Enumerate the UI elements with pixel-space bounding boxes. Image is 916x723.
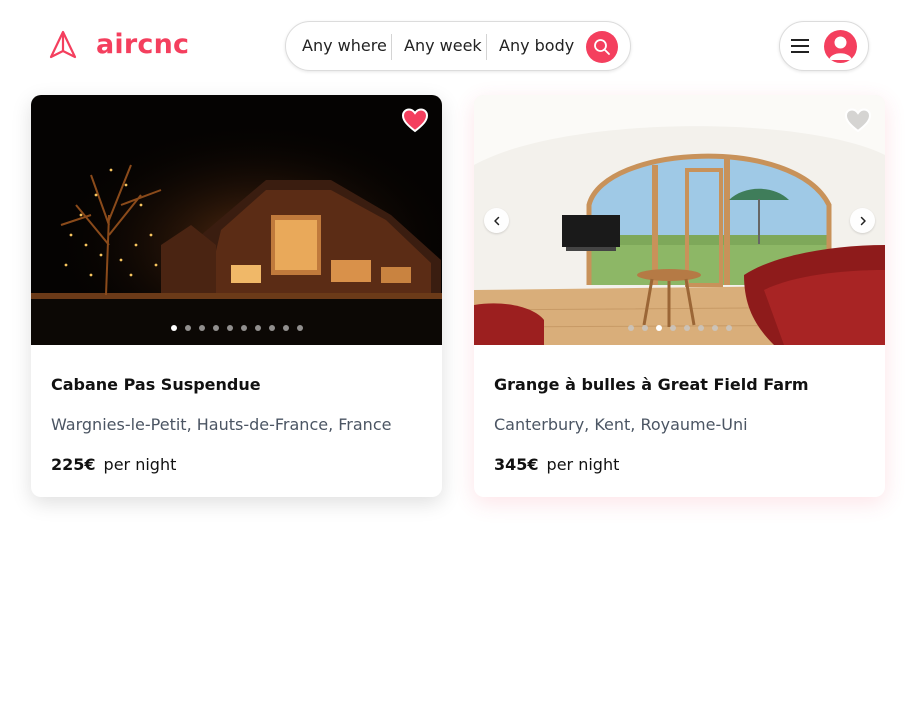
search-icon bbox=[594, 39, 610, 55]
search-where[interactable]: Any where bbox=[302, 21, 387, 71]
listing-image bbox=[31, 95, 442, 345]
price-unit: per night bbox=[546, 455, 620, 474]
next-photo-button[interactable] bbox=[850, 208, 875, 233]
favorite-heart-icon[interactable] bbox=[401, 107, 429, 133]
pagination-dot[interactable] bbox=[282, 325, 289, 331]
listing-location: Wargnies-le-Petit, Hauts-de-France, Fran… bbox=[51, 415, 392, 434]
pagination-dot[interactable] bbox=[296, 325, 303, 331]
price-value: 225€ bbox=[51, 455, 96, 474]
photo-pagination bbox=[474, 325, 885, 331]
hamburger-icon bbox=[791, 39, 809, 53]
pagination-dot[interactable] bbox=[268, 325, 275, 331]
pagination-dot[interactable] bbox=[198, 325, 205, 331]
brand-logo[interactable]: aircnc bbox=[48, 30, 189, 60]
pagination-dot[interactable] bbox=[170, 325, 177, 331]
favorite-heart-icon[interactable] bbox=[844, 107, 872, 133]
pagination-dot[interactable] bbox=[184, 325, 191, 331]
listing-location: Canterbury, Kent, Royaume-Uni bbox=[494, 415, 748, 434]
user-menu-button[interactable] bbox=[779, 21, 869, 71]
chevron-left-icon bbox=[493, 216, 499, 225]
pagination-dot[interactable] bbox=[627, 325, 634, 331]
brand-name: aircnc bbox=[96, 29, 190, 60]
listing-title[interactable]: Cabane Pas Suspendue bbox=[51, 375, 422, 395]
pagination-dot[interactable] bbox=[655, 325, 662, 331]
previous-photo-button[interactable] bbox=[484, 208, 509, 233]
search-who[interactable]: Any body bbox=[499, 21, 574, 71]
pagination-dot[interactable] bbox=[697, 325, 704, 331]
paper-plane-icon bbox=[49, 30, 77, 59]
listing-photo[interactable] bbox=[31, 95, 442, 345]
divider bbox=[486, 34, 487, 60]
pagination-dot[interactable] bbox=[669, 325, 676, 331]
search-button[interactable] bbox=[586, 31, 618, 63]
divider bbox=[391, 34, 392, 60]
pagination-dot[interactable] bbox=[226, 325, 233, 331]
pagination-dot[interactable] bbox=[212, 325, 219, 331]
listing-card[interactable]: Grange à bulles à Great Field Farm Cante… bbox=[474, 95, 885, 497]
listing-price: 225€ per night bbox=[51, 455, 422, 475]
price-unit: per night bbox=[103, 455, 177, 474]
pagination-dot[interactable] bbox=[683, 325, 690, 331]
pagination-dot[interactable] bbox=[725, 325, 732, 331]
listing-image bbox=[474, 95, 885, 345]
pagination-dot[interactable] bbox=[711, 325, 718, 331]
price-value: 345€ bbox=[494, 455, 539, 474]
pagination-dot[interactable] bbox=[240, 325, 247, 331]
pagination-dot[interactable] bbox=[254, 325, 261, 331]
photo-pagination bbox=[31, 325, 442, 331]
listing-price: 345€ per night bbox=[494, 455, 865, 475]
listing-photo[interactable] bbox=[474, 95, 885, 345]
search-bar[interactable]: Any where Any week Any body bbox=[285, 21, 631, 71]
search-when[interactable]: Any week bbox=[404, 21, 482, 71]
user-avatar-icon bbox=[824, 30, 857, 63]
chevron-right-icon bbox=[860, 216, 866, 225]
pagination-dot[interactable] bbox=[641, 325, 648, 331]
listing-card[interactable]: Cabane Pas Suspendue Wargnies-le-Petit, … bbox=[31, 95, 442, 497]
listing-title[interactable]: Grange à bulles à Great Field Farm bbox=[494, 375, 865, 395]
